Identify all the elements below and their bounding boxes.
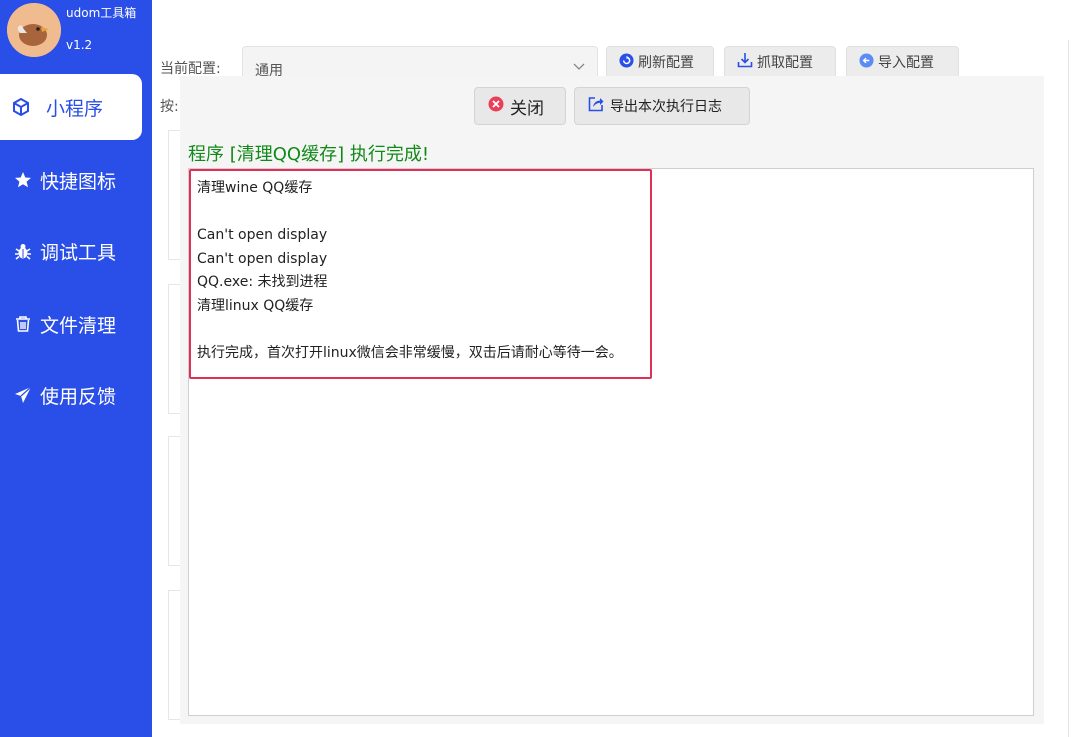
refresh-config-button[interactable]: 刷新配置 bbox=[606, 46, 714, 78]
bird-avatar-icon bbox=[7, 3, 61, 57]
app-version: v1.2 bbox=[66, 38, 93, 52]
paper-plane-icon bbox=[12, 384, 34, 406]
sidebar-item-feedback[interactable]: 使用反馈 bbox=[0, 362, 142, 428]
trash-icon bbox=[12, 313, 34, 335]
sidebar-item-debug-tools[interactable]: 调试工具 bbox=[0, 218, 142, 284]
sidebar-item-shortcut-icons[interactable]: 快捷图标 bbox=[0, 147, 142, 213]
status-title: 程序 [清理QQ缓存] 执行完成! bbox=[188, 144, 430, 165]
cube-icon bbox=[10, 96, 32, 118]
sidebar-item-label: 文件清理 bbox=[40, 314, 117, 337]
chevron-down-icon bbox=[573, 59, 585, 75]
log-highlight-box: 清理wine QQ缓存 Can't open display Can't ope… bbox=[189, 169, 652, 379]
arrow-left-circle-icon bbox=[859, 52, 874, 72]
bug-icon bbox=[12, 240, 34, 262]
window-divider bbox=[1068, 40, 1069, 737]
import-config-label: 导入配置 bbox=[878, 55, 934, 71]
background-card bbox=[168, 436, 180, 566]
log-output-area[interactable]: 清理wine QQ缓存 Can't open display Can't ope… bbox=[188, 168, 1034, 716]
fetch-config-label: 抓取配置 bbox=[757, 55, 813, 71]
background-card bbox=[168, 130, 180, 260]
close-button[interactable]: 关闭 bbox=[474, 87, 566, 125]
refresh-config-label: 刷新配置 bbox=[638, 55, 694, 71]
download-icon bbox=[737, 52, 753, 72]
log-line: 执行完成，首次打开linux微信会非常缓慢，双击后请耐心等待一会。 bbox=[197, 344, 623, 361]
import-config-button[interactable]: 导入配置 bbox=[846, 46, 959, 78]
background-card bbox=[168, 284, 180, 414]
star-icon bbox=[12, 169, 34, 191]
log-line: QQ.exe: 未找到进程 bbox=[197, 274, 328, 290]
sidebar-item-file-cleanup[interactable]: 文件清理 bbox=[0, 291, 142, 357]
close-icon bbox=[488, 96, 504, 117]
export-log-label: 导出本次执行日志 bbox=[610, 99, 722, 115]
refresh-icon bbox=[619, 52, 634, 72]
sidebar-item-label: 小程序 bbox=[46, 97, 104, 120]
brand: udom工具箱 v1.2 bbox=[0, 0, 152, 70]
log-line: Can't open display bbox=[197, 227, 328, 243]
sidebar: udom工具箱 v1.2 小程序 快捷图标 调试工具 文件清理 使用反馈 bbox=[0, 0, 152, 737]
sidebar-item-label: 快捷图标 bbox=[40, 170, 117, 193]
hint-label: 按: bbox=[160, 99, 179, 115]
export-log-button[interactable]: 导出本次执行日志 bbox=[574, 87, 750, 125]
sidebar-item-label: 调试工具 bbox=[40, 241, 117, 264]
log-line: Can't open display bbox=[197, 250, 328, 267]
log-line: 清理wine QQ缓存 bbox=[197, 180, 313, 196]
log-line: 清理linux QQ缓存 bbox=[197, 297, 314, 314]
config-label: 当前配置: bbox=[160, 61, 221, 77]
sidebar-item-label: 使用反馈 bbox=[40, 385, 117, 408]
close-label: 关闭 bbox=[510, 98, 544, 119]
app-name: udom工具箱 bbox=[66, 6, 137, 20]
sidebar-item-mini-programs[interactable]: 小程序 bbox=[0, 74, 142, 140]
background-card bbox=[168, 590, 180, 720]
execution-result-dialog: 关闭 导出本次执行日志 程序 [清理QQ缓存] 执行完成! 清理wine QQ缓… bbox=[180, 76, 1044, 724]
fetch-config-button[interactable]: 抓取配置 bbox=[724, 46, 836, 78]
export-icon bbox=[588, 96, 604, 116]
